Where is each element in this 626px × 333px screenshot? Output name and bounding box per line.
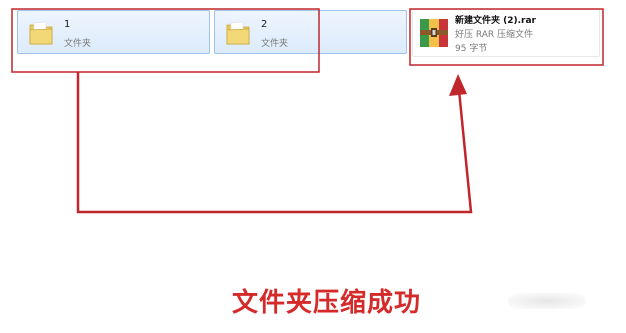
arrow-head: [449, 74, 467, 96]
background-smudge: [508, 293, 586, 309]
folders-highlight-box: [11, 8, 320, 73]
caption-text: 文件夹压缩成功: [232, 288, 422, 318]
rar-highlight-box: [409, 8, 604, 66]
connector-line: [76, 72, 473, 214]
